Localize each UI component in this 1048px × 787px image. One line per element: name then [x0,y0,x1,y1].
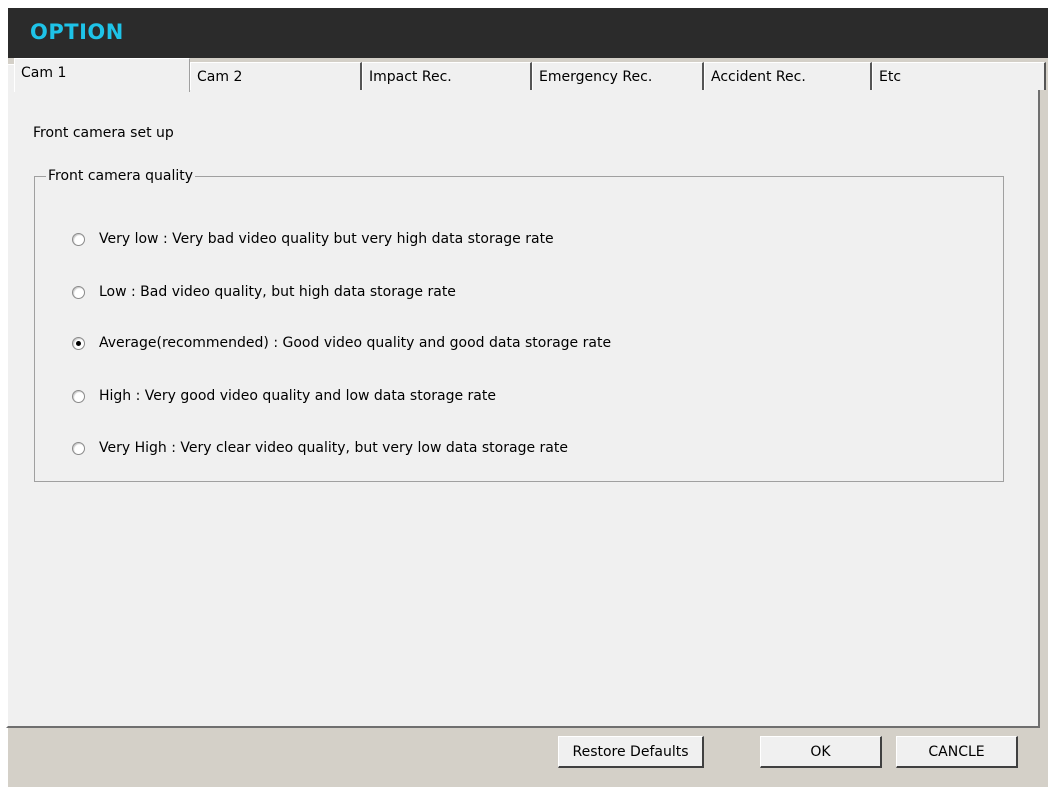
title-bar[interactable]: OPTION [8,8,1048,58]
tab-emergency-rec[interactable]: Emergency Rec. [532,62,704,90]
radio-label: Very High : Very clear video quality, bu… [99,440,568,456]
radio-option-low[interactable]: Low : Bad video quality, but high data s… [72,282,456,302]
tab-label: Cam 1 [21,65,67,81]
radio-icon[interactable] [72,441,85,455]
tab-label: Etc [879,69,902,85]
section-subtitle: Front camera set up [33,125,174,141]
quality-groupbox [34,176,1004,482]
tab-cam-1[interactable]: Cam 1 [14,58,190,92]
ok-button[interactable]: OK [760,736,882,768]
radio-option-very-high[interactable]: Very High : Very clear video quality, bu… [72,438,568,458]
radio-label: Low : Bad video quality, but high data s… [99,284,456,300]
radio-option-high[interactable]: High : Very good video quality and low d… [72,386,496,406]
radio-icon[interactable] [72,232,85,246]
tab-label: Cam 2 [197,69,243,85]
radio-label: Average(recommended) : Good video qualit… [99,335,612,351]
radio-icon[interactable] [72,285,85,299]
radio-option-average[interactable]: Average(recommended) : Good video qualit… [72,333,611,353]
tab-accident-rec[interactable]: Accident Rec. [704,62,872,90]
radio-icon[interactable] [72,389,85,403]
button-label: CANCLE [928,743,985,760]
tab-label: Emergency Rec. [539,69,653,85]
radio-label: Very low : Very bad video quality but ve… [99,231,554,247]
radio-selected-icon[interactable] [72,336,85,350]
restore-defaults-button[interactable]: Restore Defaults [558,736,704,768]
window-title: OPTION [30,20,124,44]
cancel-button[interactable]: CANCLE [896,736,1018,768]
button-label: Restore Defaults [572,743,689,760]
button-label: OK [810,743,831,760]
radio-option-very-low[interactable]: Very low : Very bad video quality but ve… [72,229,554,249]
tab-label: Impact Rec. [369,69,452,85]
tab-cam-2[interactable]: Cam 2 [190,62,362,90]
radio-label: High : Very good video quality and low d… [99,388,496,404]
groupbox-label: Front camera quality [46,168,196,184]
tab-label: Accident Rec. [711,69,806,85]
tab-impact-rec[interactable]: Impact Rec. [362,62,532,90]
tab-etc[interactable]: Etc [872,62,1046,90]
